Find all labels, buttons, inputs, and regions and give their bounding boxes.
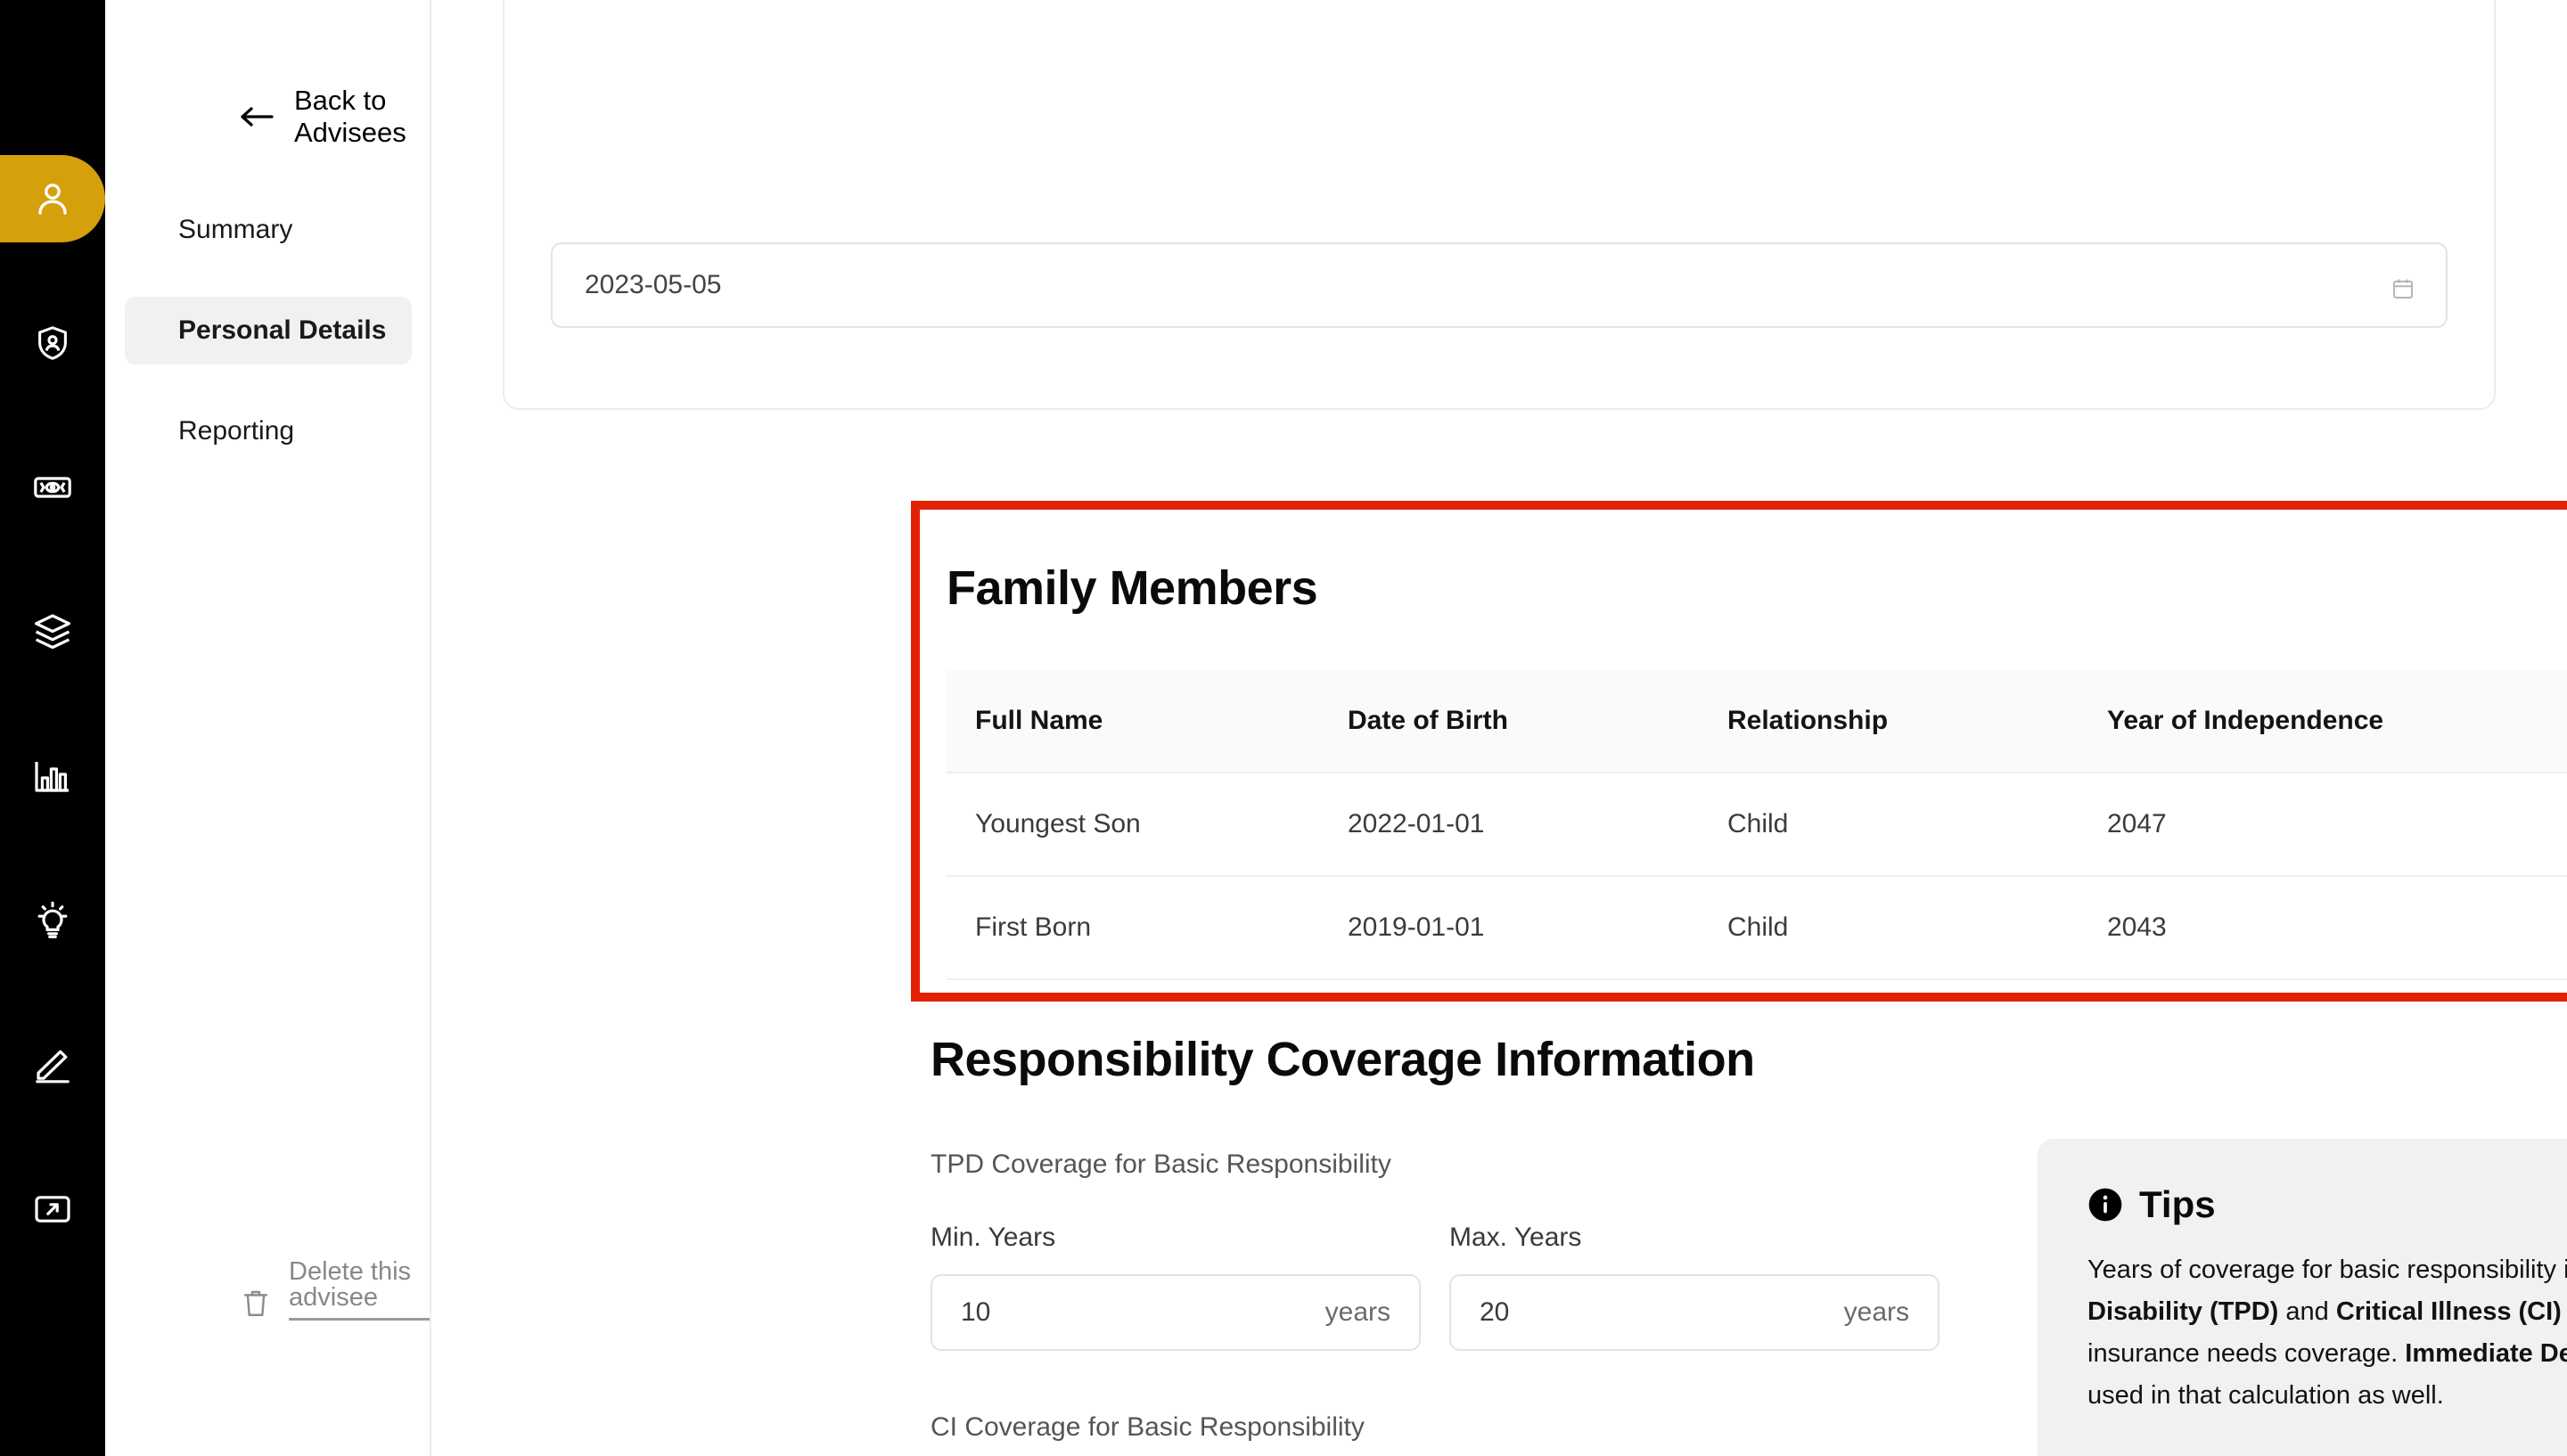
trash-icon <box>241 1287 271 1321</box>
sidebar-nav-list: Summary Personal Details Reporting <box>105 196 431 465</box>
back-to-advisees-label: Back to Advisees <box>294 85 406 148</box>
tips-title: Tips <box>2139 1183 2216 1225</box>
table-header-row: Full Name Date of Birth Relationship Yea… <box>947 670 2567 773</box>
personal-details-card-top: 2023-05-05 <box>503 0 2496 410</box>
main-content: JD Save 2023-05-05 <box>431 0 2567 1456</box>
icon-rail <box>0 0 105 1456</box>
rail-item-logout[interactable] <box>0 1166 105 1253</box>
tpd-coverage-label: TPD Coverage for Basic Responsibility <box>931 1149 1391 1179</box>
cell-year-of-independence: 2047 <box>2107 809 2167 838</box>
cell-year-of-independence: 2043 <box>2107 912 2167 942</box>
app-root: Back to Advisees Summary Personal Detail… <box>0 0 2567 1456</box>
min-years-unit: years <box>1325 1297 1390 1327</box>
tips-text-2: and <box>2278 1296 2336 1326</box>
rail-item-insights[interactable] <box>0 877 105 964</box>
arrow-left-icon <box>239 103 275 130</box>
money-bill-icon <box>31 466 74 509</box>
min-years-input[interactable]: 10 years <box>931 1274 1421 1351</box>
cell-relationship: Child <box>1727 809 1789 838</box>
column-header-date-of-birth: Date of Birth <box>1348 706 1508 735</box>
column-header-relationship: Relationship <box>1727 706 1889 735</box>
rail-item-analytics[interactable] <box>0 732 105 820</box>
sidebar-item-personal-details[interactable]: Personal Details <box>125 297 412 364</box>
shield-person-icon <box>32 323 73 364</box>
secondary-sidebar: Back to Advisees Summary Personal Detail… <box>105 0 431 1456</box>
column-header-year-of-independence: Year of Independence <box>2107 706 2384 735</box>
rail-item-cashflow[interactable] <box>0 444 105 531</box>
max-years-label: Max. Years <box>1449 1223 1582 1252</box>
tips-bold-3: Immediate Death Expenses (IDE) <box>2405 1338 2567 1368</box>
tips-header: Tips <box>2087 1183 2567 1226</box>
family-members-header: Family Members Add new member <box>947 536 2567 640</box>
max-years-unit: years <box>1843 1297 1909 1327</box>
sidebar-item-label: Summary <box>178 215 293 244</box>
column-header-full-name: Full Name <box>975 706 1103 735</box>
sidebar-item-reporting[interactable]: Reporting <box>125 397 412 465</box>
tips-text-1: Years of coverage for basic responsibili… <box>2087 1256 2567 1284</box>
info-icon <box>2087 1187 2123 1223</box>
person-icon <box>31 177 74 220</box>
tips-body: Years of coverage for basic responsibili… <box>2087 1249 2567 1417</box>
cell-date-of-birth: 2022-01-01 <box>1348 809 1485 838</box>
sidebar-item-label: Reporting <box>178 416 295 446</box>
rail-item-products[interactable] <box>0 588 105 675</box>
logout-icon <box>31 1188 74 1231</box>
min-years-value: 10 <box>961 1297 991 1327</box>
layers-icon <box>31 610 74 653</box>
min-years-label: Min. Years <box>931 1223 1056 1252</box>
cell-date-of-birth: 2019-01-01 <box>1348 912 1485 942</box>
date-value: 2023-05-05 <box>585 270 722 299</box>
bar-chart-icon <box>31 755 74 798</box>
cell-full-name: First Born <box>975 912 1092 942</box>
delete-advisee-label: Delete this advisee <box>289 1259 430 1321</box>
sidebar-item-label: Personal Details <box>178 315 387 345</box>
rail-item-person[interactable] <box>0 155 105 242</box>
lightbulb-icon <box>31 899 74 942</box>
calendar-icon[interactable] <box>2391 276 2415 301</box>
rail-item-notes[interactable] <box>0 1021 105 1108</box>
responsibility-coverage-title: Responsibility Coverage Information <box>931 1033 1755 1086</box>
cell-relationship: Child <box>1727 912 1789 942</box>
table-row[interactable]: Youngest Son 2022-01-01 Child 2047 <box>947 773 2567 877</box>
table-row[interactable]: First Born 2019-01-01 Child 2043 <box>947 877 2567 980</box>
tips-bold-2: Critical Illness (CI) <box>2335 1296 2562 1326</box>
max-years-input[interactable]: 20 years <box>1449 1274 1940 1351</box>
ci-coverage-label: CI Coverage for Basic Responsibility <box>931 1412 1365 1442</box>
delete-advisee-button[interactable]: Delete this advisee <box>241 1259 430 1321</box>
rail-item-protection[interactable] <box>0 299 105 387</box>
pencil-icon <box>31 1043 74 1086</box>
sidebar-item-summary[interactable]: Summary <box>125 196 412 264</box>
max-years-value: 20 <box>1480 1297 1510 1327</box>
vertical-scrollbar[interactable] <box>2555 0 2567 1456</box>
family-members-table: Full Name Date of Birth Relationship Yea… <box>947 670 2567 980</box>
back-to-advisees-link[interactable]: Back to Advisees <box>239 85 430 149</box>
family-members-section: Family Members Add new member Full Name … <box>911 501 2567 1002</box>
family-members-title: Family Members <box>947 561 1318 615</box>
cell-full-name: Youngest Son <box>975 809 1141 838</box>
tips-panel: Tips Years of coverage for basic respons… <box>2038 1139 2567 1456</box>
date-of-birth-input[interactable]: 2023-05-05 <box>551 242 2448 328</box>
